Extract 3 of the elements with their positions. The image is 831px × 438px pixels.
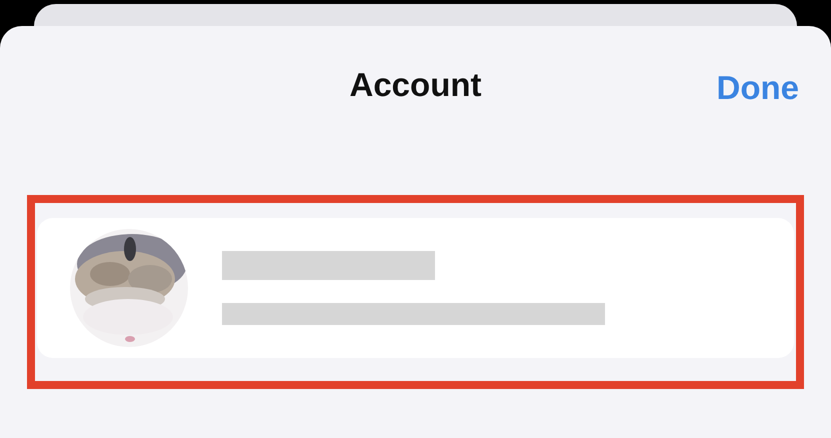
sheet-title: Account <box>350 65 482 105</box>
done-button[interactable]: Done <box>716 63 799 112</box>
account-row[interactable] <box>37 218 794 358</box>
